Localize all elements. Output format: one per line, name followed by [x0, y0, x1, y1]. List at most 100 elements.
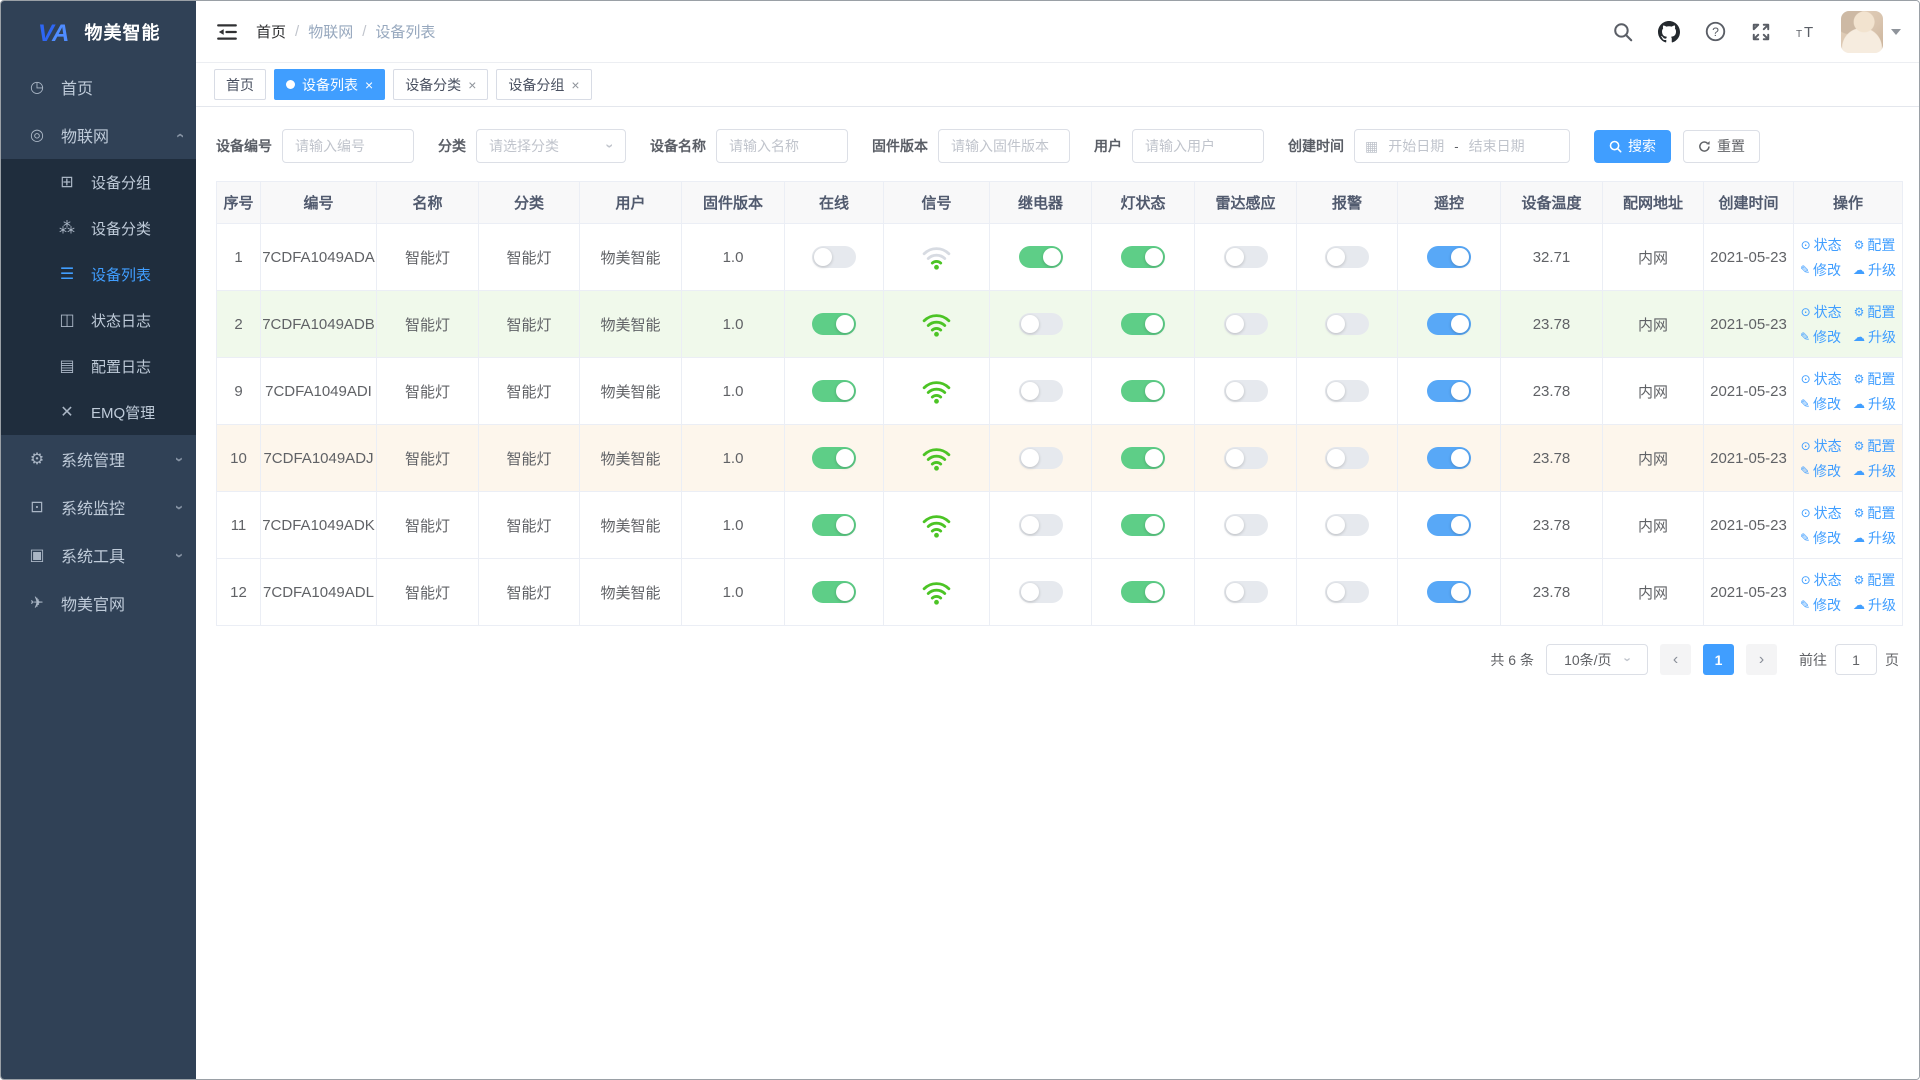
- status-link[interactable]: ⊙ 状态: [1801, 235, 1842, 255]
- sidebar-item-official-site[interactable]: ✈ 物美官网: [1, 579, 196, 627]
- user-menu[interactable]: [1841, 10, 1901, 53]
- edit-link[interactable]: ✎ 修改: [1800, 528, 1841, 548]
- sidebar-item-device-list[interactable]: ☰ 设备列表: [1, 251, 196, 297]
- search-button[interactable]: 搜索: [1594, 129, 1671, 163]
- sidebar-item-emq[interactable]: ✕ EMQ管理: [1, 389, 196, 435]
- sidebar-toggle-button[interactable]: [214, 20, 240, 44]
- category-select[interactable]: 请选择分类 ›: [476, 129, 626, 163]
- radar-toggle[interactable]: [1223, 514, 1268, 536]
- upgrade-link[interactable]: ☁ 升级: [1853, 260, 1896, 280]
- online-toggle[interactable]: [812, 514, 856, 536]
- radar-toggle[interactable]: [1223, 246, 1268, 268]
- radar-toggle[interactable]: [1223, 380, 1268, 402]
- alarm-toggle[interactable]: [1325, 514, 1369, 536]
- close-icon[interactable]: ×: [571, 78, 579, 92]
- light-toggle[interactable]: [1121, 246, 1165, 268]
- online-toggle[interactable]: [812, 313, 856, 335]
- config-link[interactable]: ⚙ 配置: [1854, 436, 1896, 456]
- tag-device-group[interactable]: 设备分组 ×: [496, 69, 592, 100]
- remote-toggle[interactable]: [1427, 313, 1471, 335]
- status-link[interactable]: ⊙ 状态: [1801, 369, 1842, 389]
- edit-link[interactable]: ✎ 修改: [1800, 327, 1841, 347]
- user-input[interactable]: [1132, 129, 1264, 163]
- alarm-toggle[interactable]: [1325, 246, 1369, 268]
- sidebar-item-status-log[interactable]: ◫ 状态日志: [1, 297, 196, 343]
- light-toggle[interactable]: [1121, 313, 1165, 335]
- upgrade-link[interactable]: ☁ 升级: [1853, 528, 1896, 548]
- github-icon[interactable]: [1657, 20, 1681, 44]
- light-toggle[interactable]: [1121, 514, 1165, 536]
- remote-toggle[interactable]: [1427, 447, 1471, 469]
- sidebar-item-home[interactable]: ◷ 首页: [1, 63, 196, 111]
- radar-toggle[interactable]: [1223, 447, 1268, 469]
- sidebar-item-system-tools[interactable]: ▣ 系统工具 ›: [1, 531, 196, 579]
- sidebar-item-iot[interactable]: ◎ 物联网 ›: [1, 111, 196, 159]
- radar-toggle[interactable]: [1223, 313, 1268, 335]
- config-link[interactable]: ⚙ 配置: [1854, 302, 1896, 322]
- edit-link[interactable]: ✎ 修改: [1800, 595, 1841, 615]
- remote-toggle[interactable]: [1427, 246, 1471, 268]
- radar-toggle[interactable]: [1223, 581, 1268, 603]
- relay-toggle[interactable]: [1018, 447, 1063, 469]
- light-toggle[interactable]: [1121, 447, 1165, 469]
- config-link[interactable]: ⚙ 配置: [1854, 235, 1896, 255]
- config-link[interactable]: ⚙ 配置: [1854, 369, 1896, 389]
- sidebar-item-system-monitor[interactable]: ⊡ 系统监控 ›: [1, 483, 196, 531]
- upgrade-link[interactable]: ☁ 升级: [1853, 595, 1896, 615]
- online-toggle[interactable]: [812, 581, 856, 603]
- help-icon[interactable]: ?: [1703, 20, 1727, 44]
- status-link[interactable]: ⊙ 状态: [1801, 436, 1842, 456]
- breadcrumb-home[interactable]: 首页: [256, 21, 286, 42]
- upgrade-link[interactable]: ☁ 升级: [1853, 327, 1896, 347]
- next-page-button[interactable]: ›: [1746, 644, 1777, 675]
- page-size-select[interactable]: 10条/页 ›: [1546, 644, 1648, 675]
- tag-home[interactable]: 首页: [214, 69, 266, 100]
- config-link[interactable]: ⚙ 配置: [1854, 503, 1896, 523]
- sidebar-item-device-group[interactable]: ⊞ 设备分组: [1, 159, 196, 205]
- edit-link[interactable]: ✎ 修改: [1800, 394, 1841, 414]
- sidebar-item-device-category[interactable]: ⁂ 设备分类: [1, 205, 196, 251]
- remote-toggle[interactable]: [1427, 380, 1471, 402]
- alarm-toggle[interactable]: [1325, 313, 1369, 335]
- relay-toggle[interactable]: [1018, 313, 1063, 335]
- upgrade-link[interactable]: ☁ 升级: [1853, 461, 1896, 481]
- app-logo[interactable]: V A 物美智能: [1, 1, 196, 63]
- status-link[interactable]: ⊙ 状态: [1801, 503, 1842, 523]
- alarm-toggle[interactable]: [1325, 581, 1369, 603]
- device-no-input[interactable]: [282, 129, 414, 163]
- breadcrumb-iot[interactable]: 物联网: [308, 21, 353, 42]
- reset-button[interactable]: 重置: [1683, 129, 1760, 163]
- sidebar-item-system-admin[interactable]: ⚙ 系统管理 ›: [1, 435, 196, 483]
- search-icon[interactable]: [1611, 20, 1635, 44]
- firmware-version-input[interactable]: [938, 129, 1070, 163]
- status-link[interactable]: ⊙ 状态: [1801, 302, 1842, 322]
- font-size-icon[interactable]: TT: [1795, 20, 1819, 44]
- date-range-picker[interactable]: ▦ 开始日期 - 结束日期: [1354, 129, 1570, 163]
- tag-device-category[interactable]: 设备分类 ×: [393, 69, 489, 100]
- close-icon[interactable]: ×: [365, 78, 373, 92]
- fullscreen-icon[interactable]: [1749, 20, 1773, 44]
- config-link[interactable]: ⚙ 配置: [1854, 570, 1896, 590]
- alarm-toggle[interactable]: [1325, 447, 1369, 469]
- prev-page-button[interactable]: ‹: [1660, 644, 1691, 675]
- current-page-button[interactable]: 1: [1703, 644, 1734, 675]
- online-toggle[interactable]: [812, 447, 856, 469]
- device-name-input[interactable]: [716, 129, 848, 163]
- relay-toggle[interactable]: [1018, 581, 1063, 603]
- light-toggle[interactable]: [1121, 380, 1165, 402]
- upgrade-link[interactable]: ☁ 升级: [1853, 394, 1896, 414]
- relay-toggle[interactable]: [1018, 514, 1063, 536]
- light-toggle[interactable]: [1121, 581, 1165, 603]
- status-link[interactable]: ⊙ 状态: [1801, 570, 1842, 590]
- online-toggle[interactable]: [812, 380, 856, 402]
- relay-toggle[interactable]: [1018, 380, 1063, 402]
- close-icon[interactable]: ×: [468, 78, 476, 92]
- online-toggle[interactable]: [812, 246, 856, 268]
- sidebar-item-config-log[interactable]: ▤ 配置日志: [1, 343, 196, 389]
- alarm-toggle[interactable]: [1325, 380, 1369, 402]
- goto-page-input[interactable]: [1835, 644, 1877, 675]
- tag-device-list[interactable]: 设备列表 ×: [274, 69, 386, 100]
- edit-link[interactable]: ✎ 修改: [1800, 260, 1841, 280]
- avatar[interactable]: [1841, 10, 1883, 53]
- edit-link[interactable]: ✎ 修改: [1800, 461, 1841, 481]
